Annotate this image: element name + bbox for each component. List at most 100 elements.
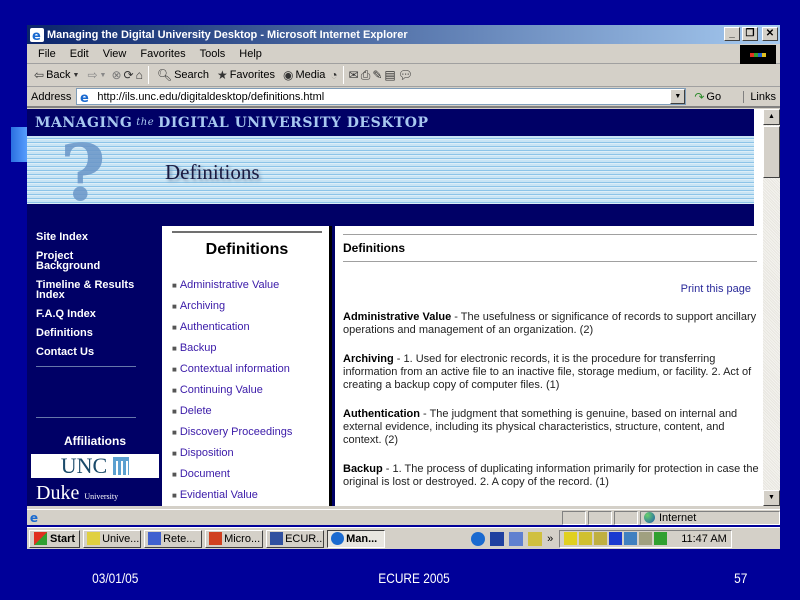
window-title: Managing the Digital University Desktop … <box>47 28 408 41</box>
links-button[interactable]: Links <box>743 90 776 103</box>
start-label: Start <box>50 532 76 545</box>
app-quicklaunch-icon[interactable] <box>528 531 543 546</box>
forward-button[interactable]: ⇨ ▼ <box>84 68 109 82</box>
scroll-down-icon[interactable]: ▼ <box>763 490 780 506</box>
nav-faq-index[interactable]: F.A.Q Index <box>36 309 162 320</box>
edit-icon[interactable]: ✎ <box>372 68 382 82</box>
definition-link[interactable]: ■ Continuing Value <box>172 380 329 401</box>
old-well-icon <box>113 457 130 475</box>
tray-icon[interactable] <box>639 532 653 545</box>
app-quicklaunch-icon[interactable] <box>490 531 505 546</box>
go-label: Go <box>706 90 722 103</box>
tray-icon[interactable] <box>609 532 623 545</box>
back-button[interactable]: ⇦ Back ▼ <box>31 68 82 82</box>
menu-edit[interactable]: Edit <box>63 48 96 60</box>
definition-link-text: Disposition <box>179 447 234 459</box>
print-page-link[interactable]: Print this page <box>343 283 754 295</box>
definition-link-text: Authentication <box>179 321 250 333</box>
clock[interactable]: 11:47 AM <box>681 533 727 545</box>
refresh-icon[interactable]: ⟳ <box>124 68 134 82</box>
definition-text: - 1. The process of duplicating informat… <box>343 463 759 488</box>
address-dropdown-icon[interactable]: ▼ <box>670 89 686 104</box>
definition-link-text: Contextual information <box>179 363 290 375</box>
close-button[interactable]: ✕ <box>762 27 778 41</box>
menu-help[interactable]: Help <box>232 48 269 60</box>
system-tray: 11:47 AM <box>559 529 732 548</box>
bullet-icon: ■ <box>172 449 177 458</box>
discuss-icon[interactable]: ▤ <box>384 68 395 82</box>
dropdown-icon: ▼ <box>72 71 80 79</box>
task-button[interactable]: Unive... <box>83 529 142 548</box>
mail-icon[interactable]: ✉ <box>349 68 359 82</box>
chevron-icon[interactable]: » <box>547 533 553 545</box>
status-bar: e Internet <box>27 509 780 525</box>
home-icon[interactable]: ⌂ <box>136 68 143 82</box>
menu-view[interactable]: View <box>96 48 134 60</box>
media-button[interactable]: ◉ Media <box>280 68 328 82</box>
banner-image: ? Definitions <box>27 128 754 219</box>
powerpoint-icon <box>209 532 223 545</box>
definition-link[interactable]: ■ Archiving <box>172 296 329 317</box>
scroll-thumb[interactable] <box>763 126 780 178</box>
task-button[interactable]: Rete... <box>144 529 203 548</box>
site-title-the: the <box>136 117 155 128</box>
menu-tools[interactable]: Tools <box>193 48 233 60</box>
bullet-icon: ■ <box>172 470 177 479</box>
volume-icon[interactable] <box>564 532 578 545</box>
menu-favorites[interactable]: Favorites <box>133 48 192 60</box>
address-input[interactable]: e http://ils.unc.edu/digitaldesktop/defi… <box>76 88 687 105</box>
messenger-icon[interactable]: 💬︎ <box>398 68 413 82</box>
nav-project-background[interactable]: Project Background <box>36 251 116 272</box>
definition-link[interactable]: ■ Document <box>172 464 329 485</box>
definition-link-text: Administrative Value <box>179 279 280 291</box>
nav-timeline-results[interactable]: Timeline & Results Index <box>36 280 146 301</box>
task-button[interactable]: ECUR... <box>266 529 325 548</box>
nav-contact-us[interactable]: Contact Us <box>36 347 162 358</box>
tray-icon[interactable] <box>654 532 668 545</box>
definition-link[interactable]: ■ Delete <box>172 401 329 422</box>
web-page: MANAGING the DIGITAL UNIVERSITY DESKTOP … <box>27 109 759 506</box>
bullet-icon: ■ <box>172 491 177 500</box>
scroll-up-icon[interactable]: ▲ <box>763 109 780 125</box>
tray-icon[interactable] <box>579 532 593 545</box>
favorites-button[interactable]: ★ Favorites <box>214 68 278 82</box>
task-label: Micro... <box>224 532 261 545</box>
definition-link[interactable]: ■ Contextual information <box>172 359 329 380</box>
definition-link[interactable]: ■ Administrative Value <box>172 275 329 296</box>
nav-definitions[interactable]: Definitions <box>36 328 162 339</box>
title-bar: e Managing the Digital University Deskto… <box>27 25 780 44</box>
definitions-index-title: Definitions <box>205 241 289 258</box>
ie-logo-icon: e <box>30 27 44 42</box>
slide-accent-bar <box>11 127 28 162</box>
status-cell <box>562 510 586 525</box>
minimize-button[interactable]: _ <box>724 27 740 41</box>
windows-logo-icon <box>740 45 776 64</box>
definition-link[interactable]: ■ Authentication <box>172 317 329 338</box>
stop-icon[interactable]: ⊗ <box>111 68 121 82</box>
print-icon[interactable]: ⎙ <box>361 68 371 83</box>
restore-button[interactable]: ❐ <box>742 27 758 41</box>
menu-file[interactable]: File <box>31 48 63 60</box>
definition-link[interactable]: ■ Evidential Value <box>172 485 329 506</box>
app-quicklaunch-icon[interactable] <box>509 531 524 546</box>
nav-site-index[interactable]: Site Index <box>36 232 162 243</box>
page-ie-icon: e <box>80 91 89 104</box>
ie-quicklaunch-icon[interactable] <box>471 531 486 546</box>
start-button[interactable]: Start <box>29 529 81 548</box>
task-button[interactable]: Micro... <box>205 529 264 548</box>
search-button[interactable]: 🔍︎ Search <box>154 68 212 82</box>
definition-link[interactable]: ■ Disposition <box>172 443 329 464</box>
task-button-active[interactable]: Man... <box>327 529 386 548</box>
duke-logo[interactable]: Duke University <box>36 482 162 505</box>
vertical-scrollbar[interactable]: ▲ ▼ <box>763 109 780 506</box>
bullet-icon: ■ <box>172 365 177 374</box>
unc-logo[interactable]: UNC <box>31 453 159 478</box>
go-button[interactable]: ↷ Go <box>694 90 721 104</box>
definition-link[interactable]: ■ Backup <box>172 338 329 359</box>
tray-icon[interactable] <box>594 532 608 545</box>
definition-link[interactable]: ■ Discovery Proceedings <box>172 422 329 443</box>
slide-number: 57 <box>734 570 748 586</box>
network-icon[interactable] <box>624 532 638 545</box>
history-icon[interactable]: ◔ <box>330 68 337 82</box>
bullet-icon: ■ <box>172 386 177 395</box>
